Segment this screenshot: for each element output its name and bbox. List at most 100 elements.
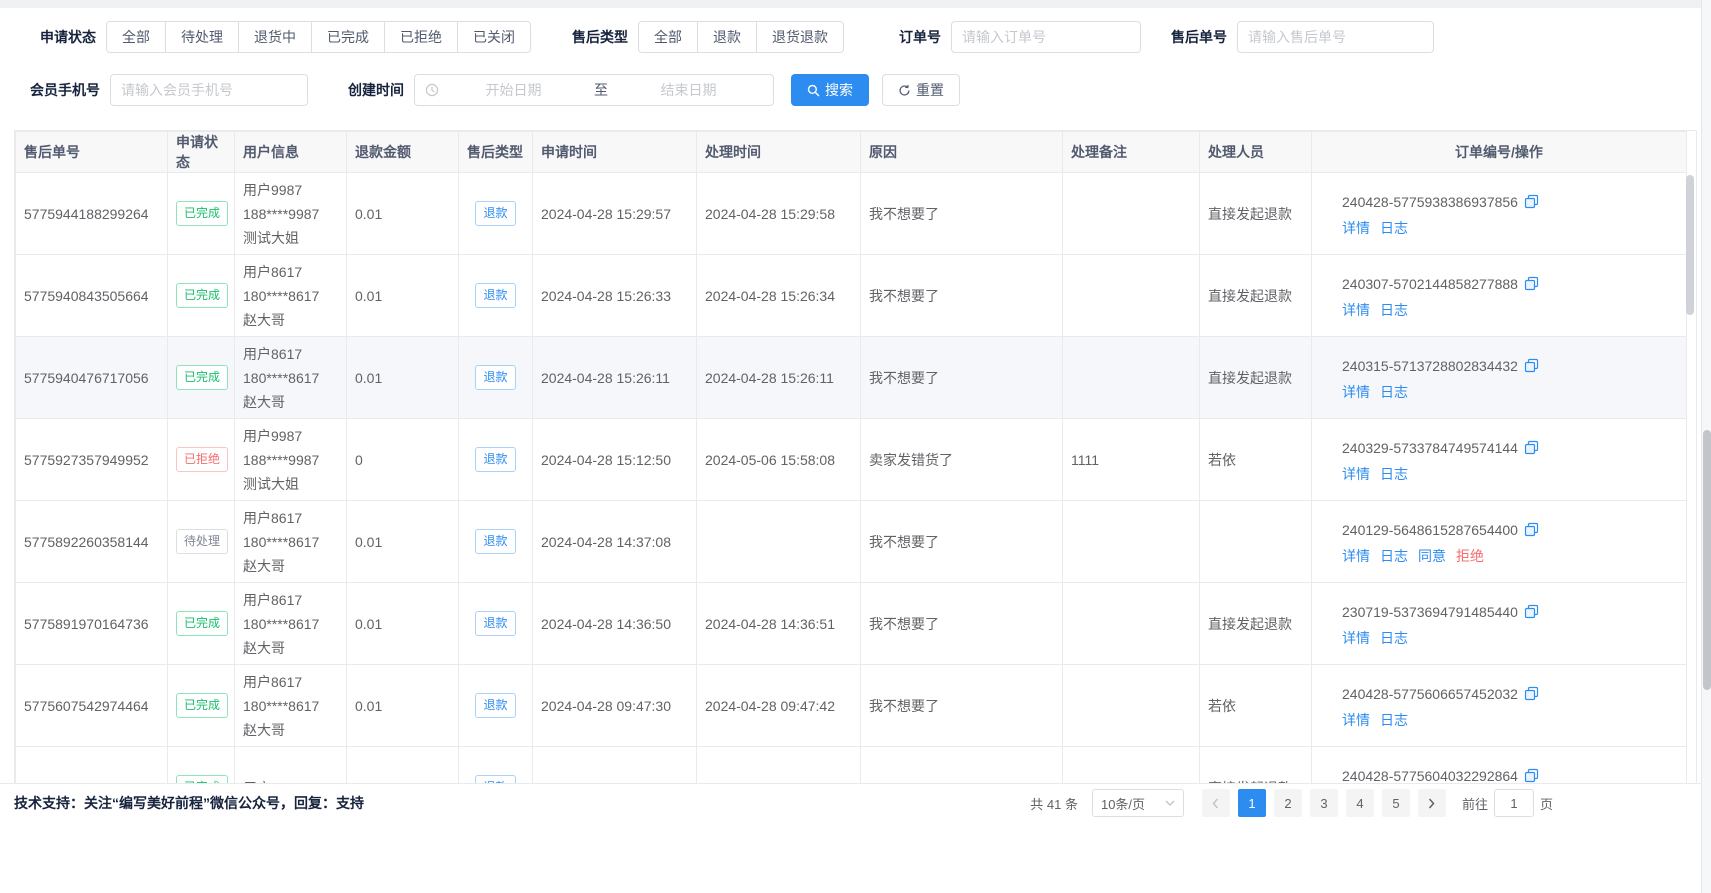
apply-status-option-0[interactable]: 全部 bbox=[106, 21, 166, 53]
apply-status-option-1[interactable]: 待处理 bbox=[165, 21, 239, 53]
action-link-详情[interactable]: 详情 bbox=[1342, 218, 1370, 238]
aftersale-table: 售后单号申请状态用户信息退款金额售后类型申请时间处理时间原因处理备注处理人员订单… bbox=[14, 130, 1697, 783]
reset-button[interactable]: 重置 bbox=[882, 74, 960, 106]
apply-status-option-4[interactable]: 已拒绝 bbox=[384, 21, 458, 53]
action-link-详情[interactable]: 详情 bbox=[1342, 710, 1370, 730]
column-header-9: 处理人员 bbox=[1200, 132, 1312, 173]
filter-created-time: 创建时间 开始日期 至 结束日期 bbox=[348, 74, 774, 106]
clock-icon bbox=[425, 83, 439, 97]
table-row: 已完成用户86170.01退款直接发起退款240428-577560403229… bbox=[16, 747, 1687, 784]
page-button-3[interactable]: 3 bbox=[1310, 789, 1338, 817]
action-link-日志[interactable]: 日志 bbox=[1380, 300, 1408, 320]
cell-refund-amount: 0.01 bbox=[347, 173, 459, 255]
date-range-separator: 至 bbox=[588, 80, 614, 100]
cell-handle-time: 2024-04-28 09:47:42 bbox=[697, 665, 861, 747]
window-scrollbar[interactable] bbox=[1701, 0, 1711, 893]
aftersale-type-option-1[interactable]: 退款 bbox=[697, 21, 757, 53]
cell-aftersale-no: 5775607542974464 bbox=[16, 665, 168, 747]
start-date-placeholder[interactable]: 开始日期 bbox=[439, 80, 588, 100]
cell-user-info: 用户8617180****8617赵大哥 bbox=[235, 665, 347, 747]
copy-icon[interactable] bbox=[1524, 686, 1539, 701]
cell-remark bbox=[1063, 501, 1200, 583]
order-number-line: 240428-5775938386937856 bbox=[1342, 190, 1678, 214]
apply-status-option-3[interactable]: 已完成 bbox=[311, 21, 385, 53]
cell-apply-status: 已完成 bbox=[168, 173, 235, 255]
action-link-详情[interactable]: 详情 bbox=[1342, 464, 1370, 484]
table-row: 5775927357949952已拒绝用户9987188****9987测试大姐… bbox=[16, 419, 1687, 501]
window-scrollbar-thumb[interactable] bbox=[1703, 430, 1711, 690]
action-link-日志[interactable]: 日志 bbox=[1380, 382, 1408, 402]
type-badge: 退款 bbox=[475, 529, 515, 554]
page-button-1[interactable]: 1 bbox=[1238, 789, 1266, 817]
cell-aftersale-type: 退款 bbox=[459, 501, 533, 583]
page-size-select[interactable]: 10条/页 bbox=[1092, 789, 1184, 817]
user-info-line: 赵大哥 bbox=[243, 636, 338, 660]
action-link-拒绝[interactable]: 拒绝 bbox=[1456, 546, 1484, 566]
page-button-4[interactable]: 4 bbox=[1346, 789, 1374, 817]
cell-remark bbox=[1063, 173, 1200, 255]
aftersale-type-button-group: 全部退款退货退款 bbox=[638, 21, 844, 53]
action-link-日志[interactable]: 日志 bbox=[1380, 628, 1408, 648]
goto-page-input[interactable] bbox=[1494, 789, 1534, 817]
user-info-line: 180****8617 bbox=[243, 612, 338, 636]
action-link-日志[interactable]: 日志 bbox=[1380, 464, 1408, 484]
cell-handle-time: 2024-04-28 15:26:11 bbox=[697, 337, 861, 419]
cell-refund-amount: 0.01 bbox=[347, 337, 459, 419]
aftersale-type-option-0[interactable]: 全部 bbox=[638, 21, 698, 53]
aftersale-type-option-2[interactable]: 退货退款 bbox=[756, 21, 844, 53]
copy-icon[interactable] bbox=[1524, 358, 1539, 373]
action-link-详情[interactable]: 详情 bbox=[1342, 546, 1370, 566]
action-link-详情[interactable]: 详情 bbox=[1342, 300, 1370, 320]
cell-aftersale-no: 5775892260358144 bbox=[16, 501, 168, 583]
copy-icon[interactable] bbox=[1524, 604, 1539, 619]
order-number-line: 230719-5373694791485440 bbox=[1342, 600, 1678, 624]
cell-handler: 若依 bbox=[1200, 419, 1312, 501]
copy-icon[interactable] bbox=[1524, 768, 1539, 783]
cell-refund-amount: 0.01 bbox=[347, 255, 459, 337]
order-number-line: 240329-5733784749574144 bbox=[1342, 436, 1678, 460]
cell-refund-amount: 0.01 bbox=[347, 665, 459, 747]
cell-aftersale-no: 5775940843505664 bbox=[16, 255, 168, 337]
action-link-详情[interactable]: 详情 bbox=[1342, 628, 1370, 648]
cell-apply-time: 2024-04-28 15:12:50 bbox=[533, 419, 697, 501]
cell-aftersale-type: 退款 bbox=[459, 747, 533, 784]
filter-order-no: 订单号 bbox=[899, 21, 1141, 53]
page-button-2[interactable]: 2 bbox=[1274, 789, 1302, 817]
user-info-line: 赵大哥 bbox=[243, 718, 338, 742]
chevron-right-icon bbox=[1428, 798, 1435, 809]
table-scrollbar-thumb[interactable] bbox=[1686, 175, 1694, 315]
cell-reason: 我不想要了 bbox=[861, 337, 1063, 419]
search-button[interactable]: 搜索 bbox=[791, 74, 869, 106]
cell-refund-amount: 0.01 bbox=[347, 747, 459, 784]
status-badge: 已完成 bbox=[176, 693, 228, 718]
next-page-button[interactable] bbox=[1418, 789, 1446, 817]
copy-icon[interactable] bbox=[1524, 194, 1539, 209]
page-button-5[interactable]: 5 bbox=[1382, 789, 1410, 817]
copy-icon[interactable] bbox=[1524, 440, 1539, 455]
action-link-日志[interactable]: 日志 bbox=[1380, 546, 1408, 566]
user-info-line: 用户9987 bbox=[243, 424, 338, 448]
action-link-详情[interactable]: 详情 bbox=[1342, 382, 1370, 402]
copy-icon[interactable] bbox=[1524, 522, 1539, 537]
member-phone-input[interactable] bbox=[110, 74, 308, 106]
user-info-lines: 用户8617180****8617赵大哥 bbox=[243, 342, 338, 414]
chevron-left-icon bbox=[1212, 798, 1219, 809]
cell-handle-time bbox=[697, 501, 861, 583]
apply-status-option-2[interactable]: 退货中 bbox=[238, 21, 312, 53]
copy-icon[interactable] bbox=[1524, 276, 1539, 291]
end-date-placeholder[interactable]: 结束日期 bbox=[614, 80, 763, 100]
action-link-日志[interactable]: 日志 bbox=[1380, 710, 1408, 730]
user-info-line: 180****8617 bbox=[243, 530, 338, 554]
table-row: 5775891970164736已完成用户8617180****8617赵大哥0… bbox=[16, 583, 1687, 665]
aftersale-no-input[interactable] bbox=[1237, 21, 1434, 53]
apply-status-option-5[interactable]: 已关闭 bbox=[457, 21, 531, 53]
action-link-日志[interactable]: 日志 bbox=[1380, 218, 1408, 238]
date-range-picker[interactable]: 开始日期 至 结束日期 bbox=[414, 74, 774, 106]
page-number-list: 12345 bbox=[1234, 789, 1414, 817]
order-no-input[interactable] bbox=[951, 21, 1141, 53]
cell-remark: 1111 bbox=[1063, 419, 1200, 501]
prev-page-button[interactable] bbox=[1202, 789, 1230, 817]
cell-reason: 我不想要了 bbox=[861, 173, 1063, 255]
action-link-同意[interactable]: 同意 bbox=[1418, 546, 1446, 566]
user-info-line: 测试大姐 bbox=[243, 226, 338, 250]
